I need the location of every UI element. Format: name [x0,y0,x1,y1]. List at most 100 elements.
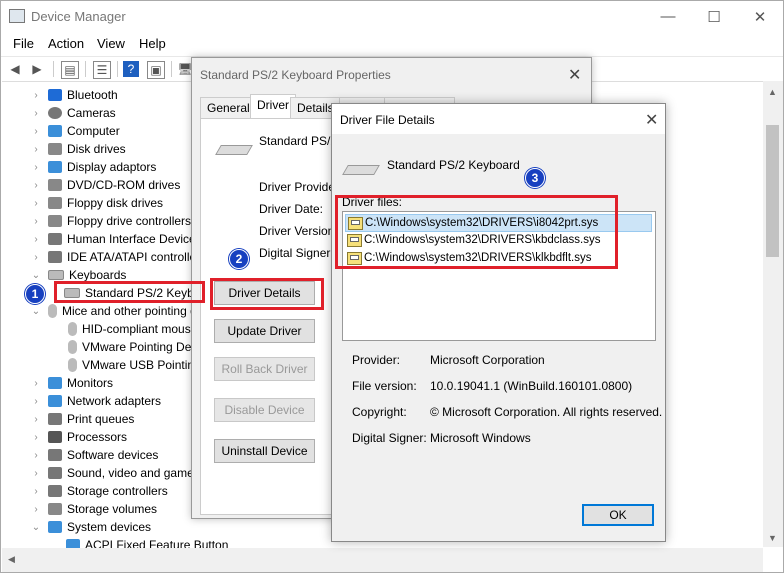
tree-item-cameras[interactable]: › Cameras [30,104,115,122]
menu-file[interactable]: File [13,36,34,51]
help-icon[interactable]: ? [123,61,139,77]
maximize-button[interactable]: ☐ [691,1,737,32]
step-marker-1: 1 [25,284,45,304]
tree-item-label: Disk drives [67,142,126,156]
close-icon[interactable]: ✕ [645,110,658,130]
expand-chevron-icon[interactable]: › [30,378,42,389]
expand-chevron-icon[interactable]: › [30,252,42,263]
properties-icon[interactable]: ☰ [93,61,111,79]
tree-item-label: ACPI Fixed Feature Button [85,538,229,548]
forward-icon[interactable]: ▶ [29,61,45,77]
tree-item-bluetooth[interactable]: › Bluetooth [30,86,117,104]
tree-item-label: Print queues [67,412,135,426]
tree-item-label: Computer [67,124,120,138]
expand-chevron-icon[interactable]: › [30,396,42,407]
vertical-scrollbar[interactable]: ▲ ▼ [763,81,783,547]
display-adaptor-icon [48,161,62,173]
tree-item-hid[interactable]: › Human Interface Devices [30,230,201,248]
collapse-chevron-icon[interactable]: ⌄ [30,270,42,281]
tree-item-network-adapters[interactable]: › Network adapters [30,392,161,410]
scroll-up-icon[interactable]: ▲ [768,87,777,97]
driver-date-label: Driver Date: [259,202,324,216]
scroll-down-icon[interactable]: ▼ [768,533,777,543]
tree-item-storage-controllers[interactable]: › Storage controllers [30,482,167,500]
expand-chevron-icon[interactable]: › [30,432,42,443]
sound-icon [48,467,62,479]
file-version-label: File version: [352,379,417,393]
expand-chevron-icon[interactable]: › [30,234,42,245]
tree-item-acpi-fixed-feature-button[interactable]: ACPI Fixed Feature Button [66,536,228,548]
properties-view-icon[interactable]: ▤ [61,61,79,79]
tree-item-label: Keyboards [69,268,127,282]
scrollbar-thumb[interactable] [766,125,779,257]
expand-chevron-icon[interactable]: › [30,504,42,515]
scroll-left-icon[interactable]: ◀ [8,554,15,565]
expand-chevron-icon[interactable]: › [30,414,42,425]
monitor-icon [48,377,62,389]
menu-view[interactable]: View [97,36,125,51]
bluetooth-icon [48,89,62,101]
tree-item-computer[interactable]: › Computer [30,122,120,140]
tree-item-label: Storage volumes [67,502,158,516]
tree-item-system-devices[interactable]: ⌄ System devices [30,518,151,536]
tree-item-label: IDE ATA/ATAPI controllers [67,250,207,264]
menu-help[interactable]: Help [139,36,166,51]
toolbar-separator [117,61,118,77]
tree-item-floppy-disk-drives[interactable]: › Floppy disk drives [30,194,163,212]
expand-chevron-icon[interactable]: › [30,486,42,497]
tree-item-floppy-controllers[interactable]: › Floppy drive controllers [30,212,191,230]
expand-chevron-icon[interactable]: › [30,450,42,461]
tree-item-monitors[interactable]: › Monitors [30,374,113,392]
expand-chevron-icon[interactable]: › [30,108,42,119]
disk-drive-icon [48,143,62,155]
minimize-button[interactable]: — [645,1,691,32]
back-icon[interactable]: ◀ [7,61,23,77]
roll-back-driver-button[interactable]: Roll Back Driver [214,357,315,381]
expand-chevron-icon[interactable]: › [30,126,42,137]
mouse-icon [48,304,57,318]
ok-button[interactable]: OK [582,504,654,526]
system-device-icon [66,539,80,548]
mouse-icon [68,340,77,354]
tree-item-dvd-drives[interactable]: › DVD/CD-ROM drives [30,176,180,194]
uninstall-device-button[interactable]: Uninstall Device [214,439,315,463]
keyboard-icon [215,145,253,155]
highlight-box-driver-files [335,195,618,269]
tree-item-processors[interactable]: › Processors [30,428,127,446]
tree-item-print-queues[interactable]: › Print queues [30,410,134,428]
expand-chevron-icon[interactable]: › [30,180,42,191]
disable-device-button[interactable]: Disable Device [214,398,315,422]
device-name: Standard PS/2 Keyboard [387,158,520,172]
collapse-chevron-icon[interactable]: ⌄ [30,522,42,533]
dvd-drive-icon [48,179,62,191]
tree-item-label: System devices [67,520,152,534]
tab-general[interactable]: General [200,97,257,119]
tree-item-label: Display adaptors [67,160,157,174]
expand-chevron-icon[interactable]: › [30,216,42,227]
collapse-chevron-icon[interactable]: ⌄ [30,306,42,317]
tree-item-disk-drives[interactable]: › Disk drives [30,140,126,158]
tree-item-software-devices[interactable]: › Software devices [30,446,158,464]
file-version-value: 10.0.19041.1 (WinBuild.160101.0800) [430,379,633,393]
menu-action[interactable]: Action [48,36,84,51]
action-view-icon[interactable]: ▣ [147,61,165,79]
tree-item-label: HID-compliant mouse [82,322,198,336]
dialog-title: Driver File Details [340,113,435,127]
expand-chevron-icon[interactable]: › [30,198,42,209]
tree-item-display-adaptors[interactable]: › Display adaptors [30,158,156,176]
update-driver-button[interactable]: Update Driver [214,319,315,343]
tree-item-hid-mouse[interactable]: HID-compliant mouse [68,320,197,338]
digital-signer-label: Digital Signer: [259,246,334,260]
close-button[interactable]: ✕ [737,1,783,32]
tree-item-storage-volumes[interactable]: › Storage volumes [30,500,157,518]
expand-chevron-icon[interactable]: › [30,468,42,479]
expand-chevron-icon[interactable]: › [30,162,42,173]
floppy-disk-icon [48,197,62,209]
highlight-box-device [54,281,205,303]
tree-item-ide-controllers[interactable]: › IDE ATA/ATAPI controllers [30,248,206,266]
expand-chevron-icon[interactable]: › [30,90,42,101]
mouse-icon [68,358,77,372]
expand-chevron-icon[interactable]: › [30,144,42,155]
close-icon[interactable]: ✕ [568,65,581,85]
horizontal-scrollbar[interactable]: ◀ [2,548,763,572]
